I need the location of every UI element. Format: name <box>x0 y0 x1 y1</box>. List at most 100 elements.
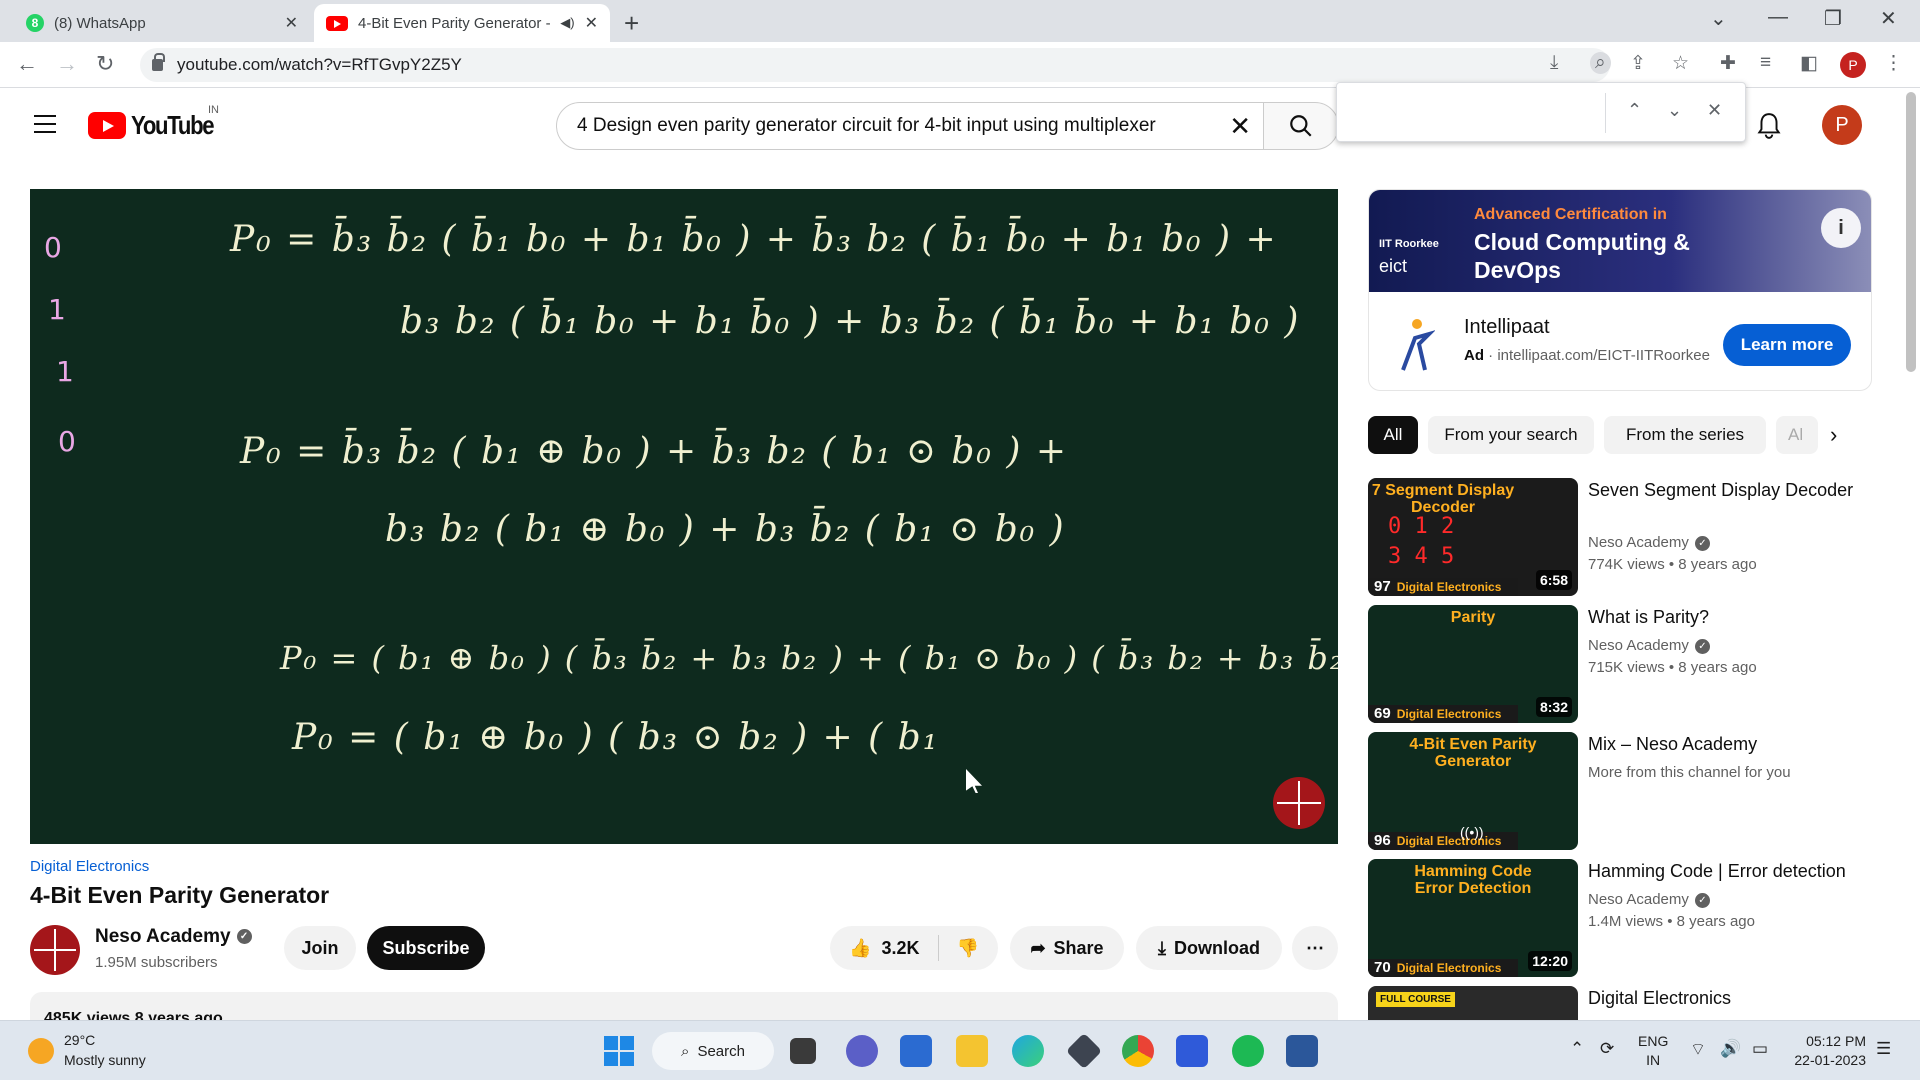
video-player[interactable]: 0 1 1 0 P₀ = b̄₃ b̄₂ ( b̄₁ b₀ + b₁ b̄₀ )… <box>30 189 1338 844</box>
download-icon: ⤓ <box>1158 937 1166 958</box>
close-tab-icon[interactable]: ✕ <box>585 13 598 33</box>
video-thumbnail[interactable]: 4-Bit Even Parity Generator 96 Digital El… <box>1368 732 1578 850</box>
dislike-button[interactable]: 👎 <box>957 938 979 959</box>
hamburger-menu-icon[interactable] <box>34 115 56 139</box>
volume-icon[interactable]: 🔊 <box>1720 1039 1741 1059</box>
new-tab-button[interactable]: + <box>624 8 639 39</box>
edge-icon[interactable] <box>1012 1035 1044 1067</box>
notification-center-icon[interactable]: ☰ <box>1876 1039 1891 1059</box>
app-cube-icon[interactable] <box>1065 1032 1103 1070</box>
channel-name[interactable]: Neso Academy ✓ <box>95 926 252 948</box>
install-icon[interactable]: ⤓ <box>1550 52 1558 74</box>
weather-sun-icon[interactable] <box>28 1038 54 1064</box>
app-blue-icon[interactable] <box>1176 1035 1208 1067</box>
channel-avatar[interactable] <box>30 925 80 975</box>
forward-icon[interactable]: → <box>56 51 78 77</box>
rec-title[interactable]: Digital Electronics <box>1588 986 1868 1011</box>
side-panel-icon[interactable]: ◧ <box>1800 52 1818 75</box>
tab-search-icon[interactable]: ⌄ <box>1710 6 1727 31</box>
ad-card[interactable]: IIT Roorkee eict Advanced Certification … <box>1368 189 1872 391</box>
spotify-icon[interactable] <box>1232 1035 1264 1067</box>
rec-title[interactable]: What is Parity? <box>1588 605 1868 630</box>
video-thumbnail[interactable]: Parity 69 Digital Electronics 8:32 <box>1368 605 1578 723</box>
search-input[interactable]: 4 Design even parity generator circuit f… <box>556 102 1264 150</box>
find-previous-icon[interactable]: ⌃ <box>1627 100 1642 121</box>
chip-all[interactable]: All <box>1368 416 1418 454</box>
video-thumbnail[interactable]: FULL COURSE <box>1368 986 1578 1020</box>
subscribe-button[interactable]: Subscribe <box>367 926 485 970</box>
rec-title[interactable]: Hamming Code | Error detection <box>1588 859 1868 884</box>
extensions-icon[interactable]: ✚ <box>1720 52 1736 75</box>
chip-truncated[interactable]: Al <box>1776 416 1818 454</box>
back-icon[interactable]: ← <box>16 51 38 77</box>
media-control-icon[interactable]: ≡ <box>1760 52 1771 74</box>
word-icon[interactable] <box>1286 1035 1318 1067</box>
tab-youtube[interactable]: 4-Bit Even Parity Generator - ◀) ✕ <box>314 4 610 42</box>
teams-chat-icon[interactable] <box>846 1035 878 1067</box>
chip-from-the-series[interactable]: From the series <box>1604 416 1766 454</box>
chip-from-your-search[interactable]: From your search <box>1428 416 1594 454</box>
close-tab-icon[interactable]: ✕ <box>285 13 298 33</box>
wifi-icon[interactable]: ⌔ <box>1690 1039 1706 1060</box>
battery-icon[interactable]: ▭ <box>1752 1039 1768 1059</box>
share-page-icon[interactable]: ⇪ <box>1630 52 1646 75</box>
download-button[interactable]: ⤓ Download <box>1136 926 1282 970</box>
account-avatar[interactable]: P <box>1822 105 1862 145</box>
find-input[interactable] <box>1347 95 1597 129</box>
youtube-logo[interactable]: YouTube IN <box>88 104 228 141</box>
taskbar-search[interactable]: ⌕ Search <box>652 1032 774 1070</box>
show-hidden-icons-chevron[interactable]: ⌃ <box>1570 1039 1584 1059</box>
ad-banner-image[interactable]: IIT Roorkee eict Advanced Certification … <box>1369 190 1871 292</box>
recommendation-item[interactable]: FULL COURSE Digital Electronics <box>1368 986 1878 1020</box>
address-bar[interactable]: youtube.com/watch?v=RfTGvpY2Z5Y <box>140 48 1610 82</box>
notifications-bell-icon[interactable] <box>1756 112 1782 140</box>
weather-desc[interactable]: Mostly sunny <box>64 1052 146 1068</box>
file-explorer-icon[interactable] <box>956 1035 988 1067</box>
chevron-right-icon[interactable]: › <box>1830 422 1837 448</box>
page-scrollbar[interactable] <box>1906 92 1916 372</box>
like-button[interactable]: 👍 3.2K <box>849 938 919 959</box>
find-next-icon[interactable]: ⌄ <box>1667 100 1682 121</box>
bookmark-star-icon[interactable]: ☆ <box>1672 52 1689 75</box>
video-thumbnail[interactable]: 7 Segment Display Decoder 0 1 23 4 5 97 D… <box>1368 478 1578 596</box>
clock-date: 22-01-2023 <box>1794 1052 1866 1068</box>
rec-title[interactable]: Seven Segment Display Decoder <box>1588 478 1868 503</box>
share-button[interactable]: ➦ Share <box>1010 926 1124 970</box>
reload-icon[interactable]: ↻ <box>96 51 114 77</box>
clear-search-icon[interactable]: ✕ <box>1229 111 1251 142</box>
recommendation-item[interactable]: 4-Bit Even Parity Generator 96 Digital El… <box>1368 732 1878 850</box>
menu-kebab-icon[interactable]: ⋮ <box>1884 52 1903 75</box>
restore-icon[interactable]: ❐ <box>1824 6 1842 31</box>
task-view-icon[interactable] <box>790 1038 816 1064</box>
rec-channel[interactable]: Neso Academy ✓ <box>1588 534 1710 551</box>
recommendation-item[interactable]: Hamming Code Error Detection 70 Digital E… <box>1368 859 1878 977</box>
find-icon[interactable]: ⌕ <box>1590 52 1611 74</box>
minimize-icon[interactable]: — <box>1768 6 1788 29</box>
playlist-link[interactable]: Digital Electronics <box>30 858 149 875</box>
search-button[interactable] <box>1263 102 1339 150</box>
recommendation-item[interactable]: 7 Segment Display Decoder 0 1 23 4 5 97 D… <box>1368 478 1878 596</box>
system-clock[interactable]: 05:12 PM 22-01-2023 <box>1786 1032 1866 1070</box>
ad-info-icon[interactable]: i <box>1821 208 1861 248</box>
more-actions-button[interactable]: ⋯ <box>1292 926 1338 970</box>
close-window-icon[interactable]: ✕ <box>1880 6 1897 31</box>
learn-more-button[interactable]: Learn more <box>1723 324 1851 366</box>
video-thumbnail[interactable]: Hamming Code Error Detection 70 Digital E… <box>1368 859 1578 977</box>
rec-channel[interactable]: Neso Academy ✓ <box>1588 637 1710 654</box>
rec-title[interactable]: Mix – Neso Academy <box>1588 732 1868 757</box>
store-icon[interactable] <box>900 1035 932 1067</box>
sync-icon[interactable]: ⟳ <box>1600 1039 1614 1059</box>
weather-temp[interactable]: 29°C <box>64 1032 95 1048</box>
chrome-icon[interactable] <box>1122 1035 1154 1067</box>
language-indicator[interactable]: ENG IN <box>1638 1032 1668 1070</box>
windows-taskbar: 29°C Mostly sunny ⌕ Search ⌃ ⟳ ENG IN ⌔ … <box>0 1020 1920 1080</box>
rec-channel[interactable]: Neso Academy ✓ <box>1588 891 1710 908</box>
speaker-icon[interactable]: ◀) <box>560 15 574 31</box>
find-close-icon[interactable]: ✕ <box>1707 100 1722 121</box>
recommendation-item[interactable]: Parity 69 Digital Electronics 8:32 What i… <box>1368 605 1878 723</box>
browser-profile-avatar[interactable]: P <box>1840 52 1866 78</box>
windows-start-icon[interactable] <box>604 1036 634 1066</box>
join-button[interactable]: Join <box>284 926 356 970</box>
tab-whatsapp[interactable]: 8 (8) WhatsApp ✕ <box>14 4 310 42</box>
youtube-icon <box>326 15 348 31</box>
